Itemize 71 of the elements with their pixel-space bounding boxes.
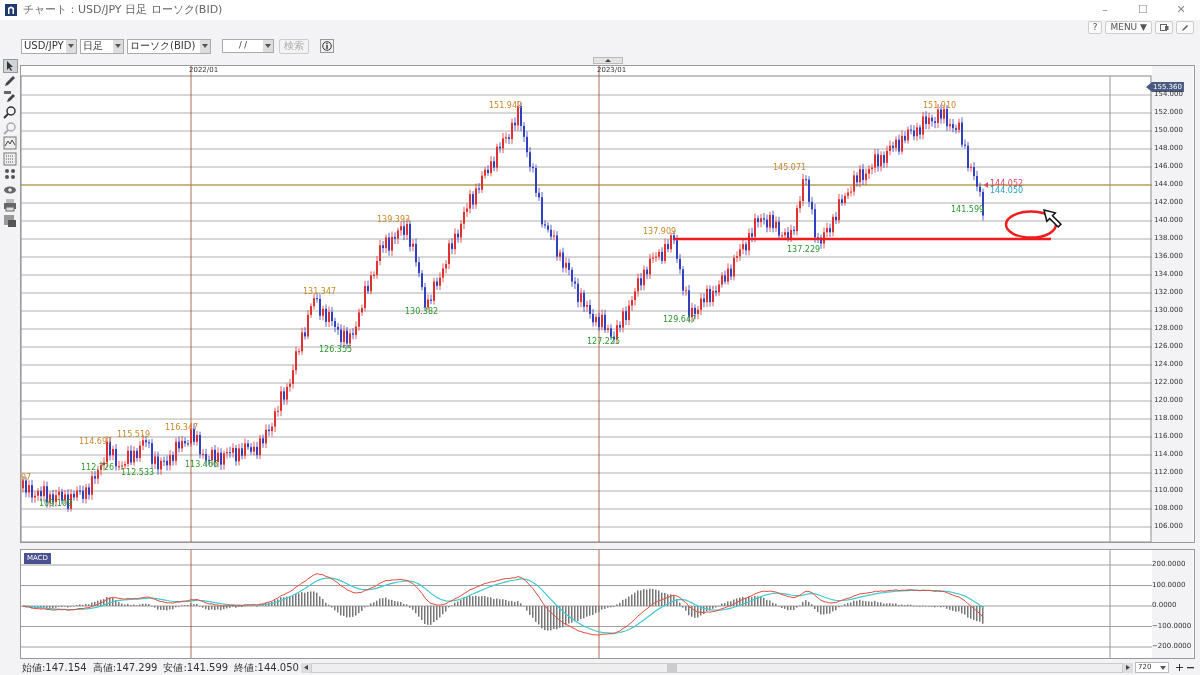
menu-button[interactable]: MENU ▼ — [1105, 21, 1152, 34]
collapse-handle[interactable] — [592, 57, 623, 64]
price-label: 113.466 — [185, 461, 219, 469]
tool-button[interactable] — [2, 105, 18, 119]
info-button[interactable] — [320, 39, 334, 53]
info-icon — [322, 41, 332, 51]
tool-button[interactable] — [2, 198, 18, 212]
caret-icon — [303, 665, 308, 670]
price-label: 115.519 — [117, 431, 151, 439]
dropdown-icon — [68, 44, 74, 48]
price-label: 151.942 — [489, 102, 523, 110]
grid-icon — [3, 151, 17, 166]
chart-icon — [3, 136, 17, 151]
price-label: 137.909 — [643, 228, 677, 236]
scroll-left-button[interactable] — [300, 662, 311, 673]
window-control[interactable]: – — [1086, 0, 1124, 20]
zoom-in-button[interactable] — [1175, 663, 1184, 672]
price-label: 130.382 — [405, 308, 439, 316]
pen-icon — [1182, 24, 1188, 31]
minus-icon — [1187, 664, 1194, 671]
scrollbar-thumb[interactable] — [666, 663, 677, 672]
magnifier-icon — [3, 120, 17, 135]
tool-button[interactable] — [2, 59, 18, 73]
price-label: 127.225 — [587, 338, 621, 346]
window-control[interactable]: ☐ — [1124, 0, 1162, 20]
status-text: 始値:147.154 — [22, 662, 87, 673]
bid-price: 144.050 — [990, 187, 1024, 195]
scroll-right-button[interactable] — [1123, 662, 1133, 673]
select-field[interactable]: 日足 — [80, 38, 124, 54]
magnifier-icon — [3, 105, 17, 120]
price-label: 112.533 — [121, 469, 155, 477]
price-label: 145.071 — [773, 164, 807, 172]
dropdown-icon — [265, 44, 271, 48]
tool-button[interactable] — [2, 90, 18, 104]
printer-icon — [3, 198, 17, 213]
window-icon — [3, 213, 17, 228]
tool-button[interactable] — [2, 214, 18, 228]
status-text: 高値:147.299 — [92, 662, 158, 673]
window-button[interactable] — [1155, 21, 1173, 34]
pen-icon — [3, 74, 17, 89]
dropdown-icon — [1160, 665, 1166, 670]
price-label: 129.647 — [663, 316, 697, 324]
dropdown-icon — [202, 44, 208, 48]
window-title: チャート：USD/JPY 日足 ローソク(BID) — [23, 1, 223, 18]
app-icon — [5, 4, 17, 16]
caret-icon — [1126, 665, 1130, 670]
dots-icon — [3, 167, 17, 182]
tool-button[interactable] — [2, 167, 18, 181]
tool-button[interactable] — [2, 136, 18, 150]
tool-button[interactable] — [2, 74, 18, 88]
pen-icon — [3, 89, 17, 104]
select-field[interactable]: USD/JPY — [21, 38, 77, 54]
status-text: 安値:141.599 — [163, 662, 229, 673]
window-icon — [1159, 24, 1169, 31]
price-label: 114.697 — [79, 438, 113, 446]
pointer-icon — [1042, 208, 1063, 229]
circle-mark — [1004, 210, 1058, 239]
price-label: 151.910 — [923, 102, 957, 110]
price-label: 139.393 — [377, 216, 411, 224]
menu-button[interactable]: ? — [1087, 21, 1103, 34]
select-field[interactable]: ローソク(BID) — [127, 38, 211, 54]
price-label: 131.347 — [303, 288, 337, 296]
status-text: 終値:144.050 — [234, 662, 299, 673]
date-field[interactable]: / / — [222, 39, 274, 53]
caret-icon — [604, 59, 611, 62]
dropdown-icon — [115, 44, 121, 48]
price-label: 137.229 — [787, 246, 821, 254]
price-label: 126.355 — [319, 346, 353, 354]
price-label: 97 — [21, 474, 32, 482]
plus-icon — [1176, 664, 1183, 671]
window-control[interactable]: ✕ — [1162, 0, 1200, 20]
